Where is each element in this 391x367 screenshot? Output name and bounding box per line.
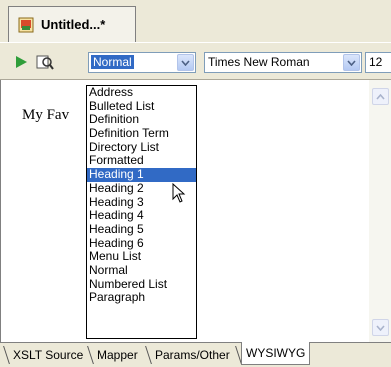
font-size-select-value: 12 [369, 55, 383, 69]
style-option[interactable]: Address [87, 85, 196, 100]
font-select[interactable]: Times New Roman [204, 52, 362, 73]
tab-mapper[interactable]: Mapper [93, 345, 142, 365]
style-select-value: Normal [91, 55, 134, 69]
document-text[interactable]: My Fav [22, 107, 69, 124]
style-option[interactable]: Formatted [87, 154, 196, 168]
tab-params-other[interactable]: Params/Other [151, 345, 234, 365]
style-dropdown-list[interactable]: Address Bulleted List Definition Definition… [86, 85, 197, 339]
play-icon [14, 55, 28, 72]
style-option[interactable]: Heading 4 [87, 208, 196, 223]
style-option[interactable]: Paragraph [87, 291, 196, 305]
tab-xslt-source[interactable]: XSLT Source [9, 345, 87, 365]
document-icon [17, 16, 35, 34]
style-option[interactable]: Directory List [87, 140, 196, 155]
view-tabs: XSLT Source Mapper Params/Other WYSIWYG [0, 342, 391, 367]
search-icon [36, 53, 54, 74]
scroll-down-button[interactable] [372, 319, 389, 336]
style-option[interactable]: Menu List [87, 250, 196, 264]
style-option[interactable]: Numbered List [87, 277, 196, 292]
style-select[interactable]: Normal [88, 52, 196, 73]
font-size-select[interactable]: 12 [365, 52, 391, 73]
style-option[interactable]: Normal [87, 263, 196, 278]
chevron-down-icon[interactable] [177, 54, 194, 71]
document-tab-strip: Untitled...* [0, 0, 391, 42]
style-option[interactable]: Bulleted List [87, 99, 196, 114]
pointer-cursor-icon [172, 182, 186, 206]
play-button[interactable] [10, 52, 32, 74]
document-tab[interactable]: Untitled...* [8, 6, 136, 42]
style-option[interactable]: Definition [87, 113, 196, 127]
scroll-up-button[interactable] [372, 88, 389, 105]
style-option[interactable]: Heading 1 [87, 167, 196, 182]
chevron-down-icon[interactable] [343, 54, 360, 71]
document-tab-title: Untitled...* [41, 17, 106, 32]
style-option[interactable]: Heading 5 [87, 222, 196, 237]
formatting-toolbar: Normal Times New Roman 12 [0, 42, 391, 80]
font-select-value: Times New Roman [208, 55, 310, 69]
style-option[interactable]: Definition Term [87, 126, 196, 141]
tab-wysiwyg[interactable]: WYSIWYG [241, 342, 311, 365]
preview-search-button[interactable] [34, 52, 56, 74]
vertical-scrollbar[interactable] [369, 80, 391, 342]
style-option[interactable]: Heading 6 [87, 236, 196, 251]
